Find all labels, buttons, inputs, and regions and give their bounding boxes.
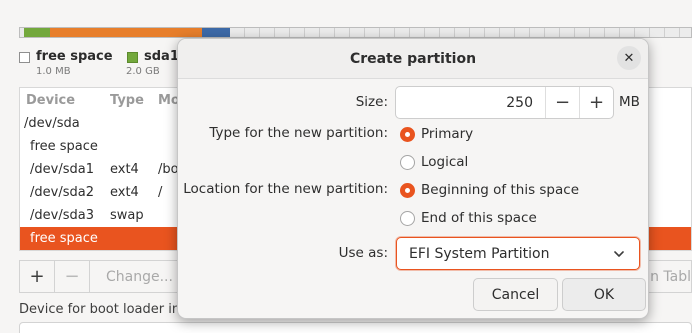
dialog-header: Create partition ✕ bbox=[178, 39, 648, 79]
radio-label: Primary bbox=[421, 126, 474, 142]
cell-type: ext4 bbox=[110, 185, 139, 200]
use-as-select[interactable]: EFI System Partition bbox=[396, 237, 640, 270]
bar-sda3 bbox=[202, 28, 230, 37]
bar-sda1 bbox=[24, 28, 50, 37]
bar-free-space-end bbox=[230, 28, 691, 37]
create-partition-dialog: Create partition ✕ Size: 250 − + MB Type… bbox=[177, 38, 649, 319]
column-device[interactable]: Device bbox=[20, 93, 110, 108]
change-partition-button[interactable]: Change... bbox=[90, 269, 173, 285]
size-input[interactable]: 250 bbox=[396, 87, 545, 118]
remove-partition-button[interactable]: − bbox=[55, 261, 90, 292]
cell-device: /dev/sda bbox=[24, 116, 80, 131]
legend-swatch bbox=[19, 52, 30, 63]
radio-selected-icon[interactable] bbox=[400, 126, 415, 142]
legend-sda1: sda1 2.0 GB bbox=[126, 49, 179, 77]
increment-button[interactable]: + bbox=[579, 87, 613, 118]
legend-name: free space bbox=[36, 49, 113, 64]
radio-label: End of this space bbox=[421, 210, 537, 226]
radio-label: Beginning of this space bbox=[421, 182, 579, 198]
close-icon[interactable]: ✕ bbox=[617, 46, 641, 70]
bootloader-select[interactable] bbox=[19, 322, 692, 333]
use-as-label: Use as: bbox=[338, 245, 388, 261]
column-type[interactable]: Type bbox=[110, 93, 158, 108]
size-unit: MB bbox=[619, 94, 640, 110]
radio-logical[interactable]: Logical bbox=[400, 154, 468, 170]
radio-beginning[interactable]: Beginning of this space bbox=[400, 182, 579, 198]
location-label: Location for the new partition: bbox=[183, 181, 388, 197]
size-label: Size: bbox=[355, 94, 388, 110]
cell-type: ext4 bbox=[110, 162, 139, 177]
radio-label: Logical bbox=[421, 154, 469, 170]
partition-bar bbox=[19, 27, 692, 38]
cell-device: free space bbox=[30, 231, 98, 246]
radio-primary[interactable]: Primary bbox=[400, 126, 473, 142]
size-spinbutton[interactable]: 250 − + bbox=[395, 86, 614, 119]
radio-unselected-icon[interactable] bbox=[400, 154, 415, 170]
type-label: Type for the new partition: bbox=[209, 125, 388, 141]
legend-size: 2.0 GB bbox=[126, 66, 160, 77]
dialog-title: Create partition bbox=[349, 50, 477, 67]
cancel-button[interactable]: Cancel bbox=[473, 278, 558, 311]
use-as-value: EFI System Partition bbox=[409, 245, 550, 262]
radio-selected-icon[interactable] bbox=[400, 182, 415, 198]
legend-size: 1.0 MB bbox=[36, 66, 71, 77]
legend-name: sda1 bbox=[144, 49, 179, 64]
new-partition-table-button[interactable]: n Tabl bbox=[650, 269, 691, 285]
legend-swatch bbox=[127, 52, 138, 63]
cell-device: free space bbox=[30, 139, 98, 154]
bar-sda2 bbox=[50, 28, 202, 37]
cell-device: /dev/sda2 bbox=[30, 185, 94, 200]
decrement-button[interactable]: − bbox=[545, 87, 579, 118]
cell-device: /dev/sda1 bbox=[30, 162, 94, 177]
cell-type: swap bbox=[110, 208, 144, 223]
ok-button[interactable]: OK bbox=[562, 278, 646, 311]
chevron-down-icon bbox=[614, 251, 624, 257]
cell-device: /dev/sda3 bbox=[30, 208, 94, 223]
legend-free-space: free space 1.0 MB bbox=[19, 49, 113, 77]
radio-end[interactable]: End of this space bbox=[400, 210, 537, 226]
add-partition-button[interactable]: + bbox=[20, 261, 55, 292]
radio-unselected-icon[interactable] bbox=[400, 210, 415, 226]
